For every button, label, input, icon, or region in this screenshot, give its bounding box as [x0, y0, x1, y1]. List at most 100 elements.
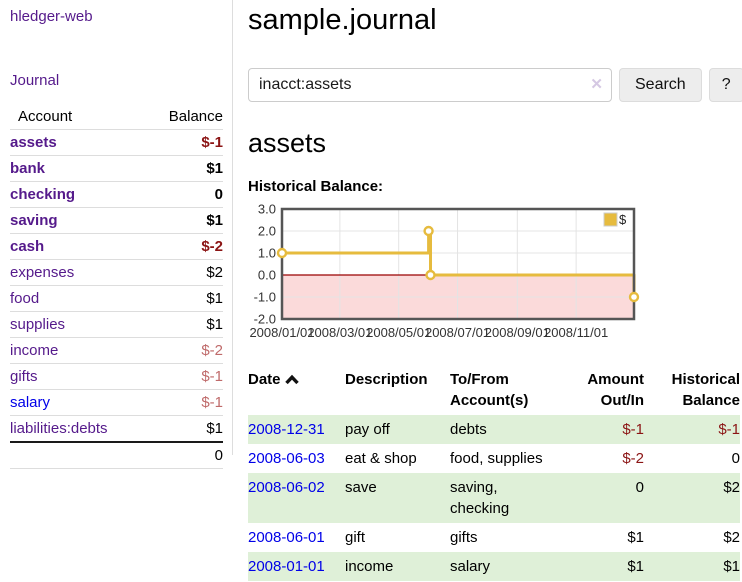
- account-balance: $1: [147, 156, 223, 182]
- txn-header-amount: Amount Out/In: [568, 367, 644, 415]
- transaction-date-link[interactable]: 2008-06-01: [248, 529, 325, 546]
- transaction-date-link[interactable]: 2008-01-01: [248, 558, 325, 575]
- account-row: cash$-2: [10, 234, 223, 260]
- account-row: salary $-1: [10, 390, 223, 416]
- transaction-row[interactable]: 2008-12-31pay offdebts$-1$-1: [248, 415, 740, 444]
- txn-header-balance: Historical Balance: [644, 367, 740, 415]
- account-link[interactable]: expenses: [10, 264, 74, 281]
- transaction-accounts: debts: [450, 415, 568, 444]
- transaction-accounts: food, supplies: [450, 444, 568, 473]
- account-link[interactable]: liabilities:debts: [10, 420, 108, 437]
- transaction-row[interactable]: 2008-06-01 giftgifts$1$2: [248, 523, 740, 552]
- search-input[interactable]: [248, 68, 612, 102]
- transaction-amount: $-1: [568, 415, 644, 444]
- transaction-description: income: [345, 552, 450, 581]
- account-row: assets$-1: [10, 130, 223, 156]
- account-row: expenses $2: [10, 260, 223, 286]
- txn-header-accounts: To/From Account(s): [450, 367, 568, 415]
- chart-data-point: [630, 293, 638, 301]
- account-balance: 0: [147, 182, 223, 208]
- transaction-date-link[interactable]: 2008-12-31: [248, 421, 325, 438]
- accounts-total-value: 0: [147, 442, 223, 469]
- x-axis-tick-label: 2008/01/01: [249, 325, 314, 340]
- clear-search-icon[interactable]: ✕: [590, 75, 603, 95]
- sort-ascending-icon: [285, 370, 299, 391]
- search-form: ✕ Search ?: [248, 68, 742, 102]
- transaction-balance: 0: [644, 444, 740, 473]
- transactions-table: Date Description To/From Account(s) Amou…: [248, 367, 740, 581]
- account-link[interactable]: saving: [10, 212, 58, 229]
- app-title-link[interactable]: hledger-web: [10, 8, 232, 25]
- account-link[interactable]: food: [10, 290, 39, 307]
- transaction-description: gift: [345, 523, 450, 552]
- transaction-amount: $1: [568, 552, 644, 581]
- transaction-amount: $1: [568, 523, 644, 552]
- account-link[interactable]: gifts: [10, 368, 38, 385]
- account-row: supplies $1: [10, 312, 223, 338]
- x-axis-tick-label: 2008/03/01: [307, 325, 372, 340]
- sidebar: hledger-web Journal Account Balance asse…: [0, 0, 233, 455]
- account-row: saving $1: [10, 208, 223, 234]
- transaction-balance: $2: [644, 523, 740, 552]
- transaction-description: pay off: [345, 415, 450, 444]
- txn-header-date[interactable]: Date: [248, 367, 345, 415]
- search-help-button[interactable]: ?: [709, 68, 742, 102]
- y-axis-tick-label: 0.0: [258, 268, 276, 283]
- accounts-table: Account Balance assets$-1bank$1checking0…: [10, 104, 223, 469]
- sidebar-item-journal[interactable]: Journal: [10, 72, 232, 89]
- legend-label: $: [619, 212, 627, 227]
- account-link[interactable]: assets: [10, 134, 57, 151]
- account-row: income $-2: [10, 338, 223, 364]
- y-axis-tick-label: 3.0: [258, 204, 276, 217]
- y-axis-tick-label: -1.0: [254, 290, 276, 305]
- transaction-balance: $-1: [644, 415, 740, 444]
- x-axis-tick-label: 2008/09/01: [485, 325, 550, 340]
- account-balance: $1: [147, 286, 223, 312]
- search-button[interactable]: Search: [619, 68, 702, 102]
- x-axis-tick-label: 2008/05/01: [366, 325, 431, 340]
- transaction-accounts: saving, checking: [450, 473, 568, 523]
- y-axis-tick-label: 2.0: [258, 224, 276, 239]
- x-axis-tick-label: 2008/11/01: [544, 325, 608, 340]
- chart-data-point: [278, 249, 286, 257]
- account-balance: $1: [147, 416, 223, 443]
- transaction-row[interactable]: 2008-06-03 eat & shopfood, supplies$-20: [248, 444, 740, 473]
- legend-swatch: [604, 213, 617, 226]
- account-balance: $2: [147, 260, 223, 286]
- transaction-date-link[interactable]: 2008-06-02: [248, 479, 325, 496]
- accounts-header-balance: Balance: [147, 104, 223, 130]
- accounts-header-account: Account: [10, 104, 147, 130]
- account-row: bank $1: [10, 156, 223, 182]
- accounts-total-row: 0: [10, 442, 223, 469]
- chart-title: Historical Balance:: [248, 178, 742, 195]
- x-axis-tick-label: 2008/07/01: [425, 325, 490, 340]
- main-content: sample.journal ✕ Search ? assets Histori…: [233, 0, 742, 581]
- transaction-amount: 0: [568, 473, 644, 523]
- account-row: checking 0: [10, 182, 223, 208]
- txn-header-description: Description: [345, 367, 450, 415]
- account-link[interactable]: supplies: [10, 316, 65, 333]
- transaction-amount: $-2: [568, 444, 644, 473]
- transaction-row[interactable]: 2008-06-02savesaving, checking0$2: [248, 473, 740, 523]
- chart-data-point: [427, 271, 435, 279]
- account-balance: $-1: [147, 390, 223, 416]
- historical-balance-chart: $3.02.01.00.0-1.0-2.02008/01/012008/03/0…: [248, 204, 640, 347]
- transaction-description: eat & shop: [345, 444, 450, 473]
- transaction-row[interactable]: 2008-01-01incomesalary$1$1: [248, 552, 740, 581]
- transaction-description: save: [345, 473, 450, 523]
- page-title: sample.journal: [248, 3, 742, 37]
- account-row: liabilities:debts $1: [10, 416, 223, 443]
- search-box: ✕: [248, 68, 612, 102]
- account-link[interactable]: salary: [10, 394, 50, 411]
- account-balance: $1: [147, 312, 223, 338]
- account-link[interactable]: bank: [10, 160, 45, 177]
- y-axis-tick-label: 1.0: [258, 246, 276, 261]
- account-balance: $1: [147, 208, 223, 234]
- page-layout: hledger-web Journal Account Balance asse…: [0, 0, 742, 581]
- transaction-accounts: gifts: [450, 523, 568, 552]
- account-link[interactable]: cash: [10, 238, 44, 255]
- account-link[interactable]: checking: [10, 186, 75, 203]
- account-balance: $-2: [147, 338, 223, 364]
- transaction-date-link[interactable]: 2008-06-03: [248, 450, 325, 467]
- account-link[interactable]: income: [10, 342, 58, 359]
